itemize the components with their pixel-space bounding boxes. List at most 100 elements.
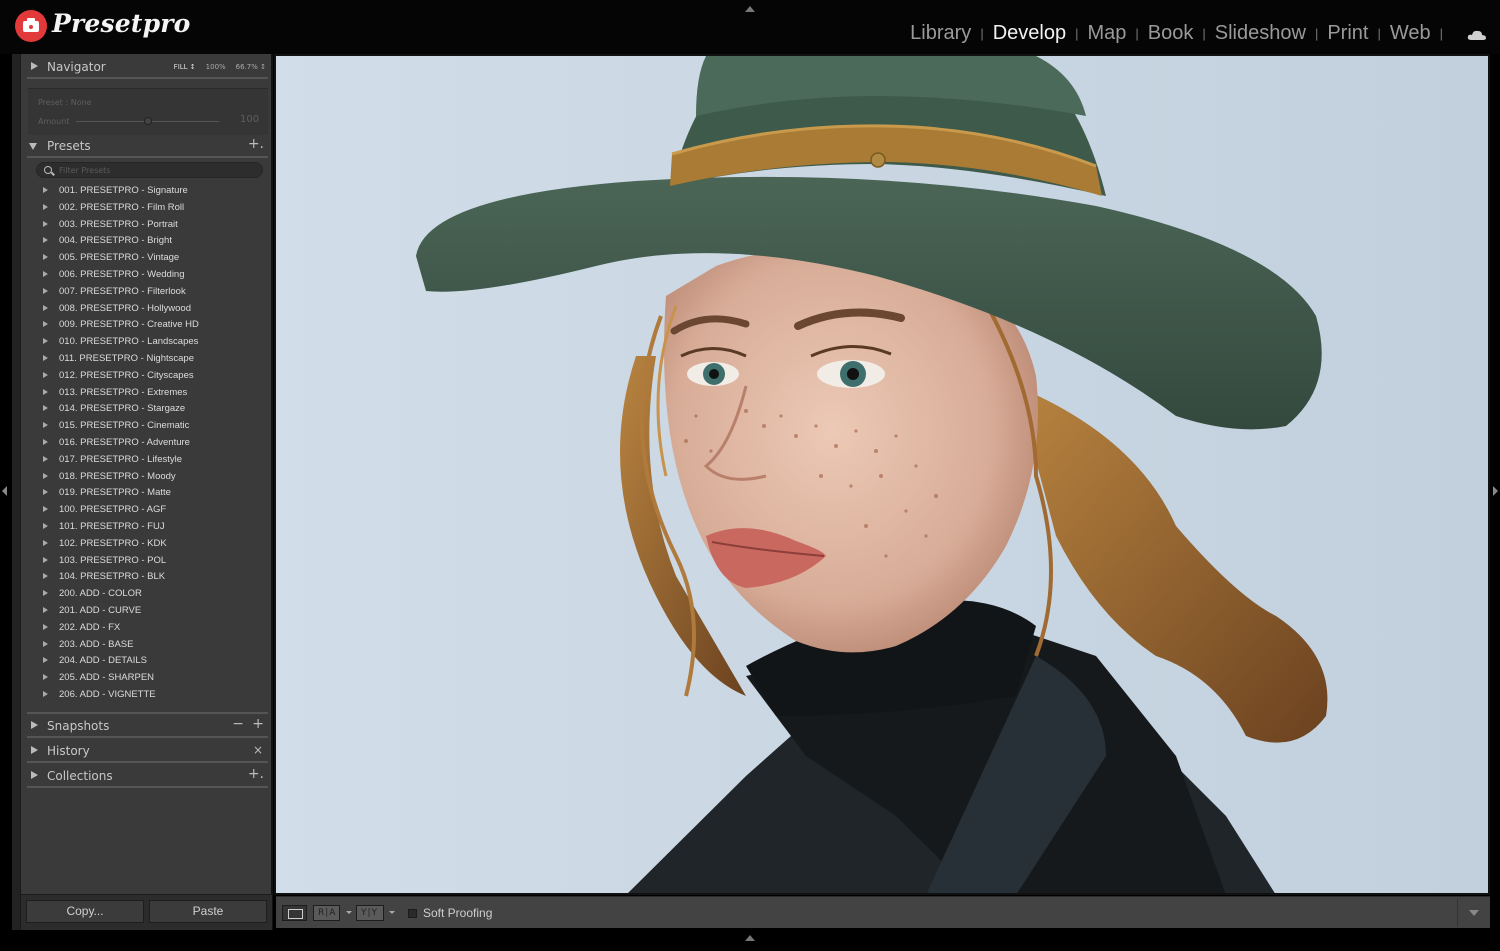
collections-header[interactable]: Collections +.: [25, 764, 268, 788]
preset-folder-item[interactable]: 012. PRESETPRO - Cityscapes: [37, 368, 267, 385]
add-preset-button[interactable]: +.: [248, 136, 264, 152]
expand-triangle-icon: [43, 371, 48, 378]
preset-folder-item[interactable]: 104. PRESETPRO - BLK: [37, 569, 267, 586]
clear-history-button[interactable]: ×: [253, 743, 263, 757]
preset-folder-label: 103. PRESETPRO - POL: [59, 554, 167, 566]
preset-folder-item[interactable]: 204. ADD - DETAILS: [37, 653, 267, 670]
preset-folder-item[interactable]: 202. ADD - FX: [37, 620, 267, 637]
presets-title: Presets: [47, 139, 91, 153]
preset-folder-item[interactable]: 019. PRESETPRO - Matte: [37, 485, 267, 502]
zoom-66-option[interactable]: 66.7% ↕: [236, 63, 266, 71]
snapshots-header[interactable]: Snapshots − +: [25, 714, 268, 738]
divider: [27, 736, 268, 738]
expand-triangle-icon: [43, 606, 48, 613]
preset-folder-label: 003. PRESETPRO - Portrait: [59, 218, 178, 230]
expand-triangle-icon: [43, 522, 48, 529]
preset-amount-box: Preset : None Amount 100: [28, 88, 268, 135]
module-develop[interactable]: Develop: [991, 22, 1068, 45]
expand-triangle-icon: [43, 220, 48, 227]
expand-triangle-icon: [31, 62, 38, 70]
preset-folder-item[interactable]: 203. ADD - BASE: [37, 637, 267, 654]
expand-triangle-icon: [43, 321, 48, 328]
amount-slider-thumb[interactable]: [143, 117, 152, 125]
loupe-view-button[interactable]: [282, 905, 307, 921]
preset-folder-item[interactable]: 101. PRESETPRO - FUJ: [37, 519, 267, 536]
module-map[interactable]: Map: [1085, 22, 1128, 45]
preset-filter: [36, 162, 263, 178]
history-header[interactable]: History ×: [25, 739, 268, 763]
expand-triangle-icon: [43, 455, 48, 462]
preset-folder-item[interactable]: 008. PRESETPRO - Hollywood: [37, 301, 267, 318]
preset-folder-item[interactable]: 205. ADD - SHARPEN: [37, 670, 267, 687]
preset-folder-item[interactable]: 013. PRESETPRO - Extremes: [37, 385, 267, 402]
preset-folder-label: 013. PRESETPRO - Extremes: [59, 386, 188, 398]
module-slideshow[interactable]: Slideshow: [1213, 22, 1308, 45]
expand-triangle-icon: [43, 287, 48, 294]
preset-folder-item[interactable]: 102. PRESETPRO - KDK: [37, 536, 267, 553]
preset-folder-item[interactable]: 017. PRESETPRO - Lifestyle: [37, 452, 267, 469]
preset-folder-item[interactable]: 018. PRESETPRO - Moody: [37, 469, 267, 486]
preset-folder-item[interactable]: 014. PRESETPRO - Stargaze: [37, 401, 267, 418]
before-after-left-right-button[interactable]: R|A: [313, 905, 340, 921]
preset-folder-label: 004. PRESETPRO - Bright: [59, 235, 172, 247]
preset-folder-label: 100. PRESETPRO - AGF: [59, 504, 167, 516]
photo-canvas[interactable]: [274, 54, 1490, 895]
remove-snapshot-button[interactable]: −: [232, 716, 244, 732]
amount-label: Amount: [38, 117, 70, 126]
left-panel: Navigator FILL ↕ 100% 66.7% ↕ Preset : N…: [20, 54, 273, 930]
filter-presets-input[interactable]: [59, 164, 259, 177]
preset-folder-item[interactable]: 200. ADD - COLOR: [37, 586, 267, 603]
cloud-icon[interactable]: [1467, 29, 1487, 41]
before-after-split-button[interactable]: Y|Y: [356, 905, 384, 921]
expand-triangle-icon: [43, 237, 48, 244]
toolbar-content-menu[interactable]: [1457, 899, 1490, 927]
preset-folder-item[interactable]: 016. PRESETPRO - Adventure: [37, 435, 267, 452]
preset-folder-item[interactable]: 103. PRESETPRO - POL: [37, 553, 267, 570]
preset-folder-item[interactable]: 015. PRESETPRO - Cinematic: [37, 418, 267, 435]
preset-folder-item[interactable]: 010. PRESETPRO - Landscapes: [37, 334, 267, 351]
expand-triangle-icon: [43, 405, 48, 412]
preset-folder-item[interactable]: 003. PRESETPRO - Portrait: [37, 217, 267, 234]
module-print[interactable]: Print: [1325, 22, 1370, 45]
chevron-down-icon[interactable]: [389, 911, 395, 914]
module-library[interactable]: Library: [908, 22, 973, 45]
preset-folder-item[interactable]: 002. PRESETPRO - Film Roll: [37, 200, 267, 217]
soft-proofing-label: Soft Proofing: [423, 906, 493, 920]
top-panel-toggle-arrow-icon[interactable]: [745, 6, 755, 12]
top-bar: Presetpro Library | Develop | Map | Book | Slide…: [0, 0, 1500, 54]
add-collection-button[interactable]: +.: [248, 766, 264, 782]
preset-folder-item[interactable]: 206. ADD - VIGNETTE: [37, 687, 267, 704]
preset-folder-item[interactable]: 100. PRESETPRO - AGF: [37, 502, 267, 519]
preset-folder-item[interactable]: 005. PRESETPRO - Vintage: [37, 250, 267, 267]
copy-button[interactable]: Copy...: [26, 900, 144, 923]
right-panel-toggle-arrow-icon[interactable]: [1493, 486, 1498, 496]
divider: [27, 786, 268, 788]
preset-folder-item[interactable]: 001. PRESETPRO - Signature: [37, 183, 267, 200]
zoom-fill-option[interactable]: FILL ↕: [174, 63, 196, 71]
preset-folder-item[interactable]: 007. PRESETPRO - Filterlook: [37, 284, 267, 301]
preset-folder-label: 010. PRESETPRO - Landscapes: [59, 336, 199, 348]
soft-proofing-checkbox[interactable]: [408, 909, 417, 918]
preset-list: 001. PRESETPRO - Signature 002. PRESETPRO…: [37, 183, 267, 704]
preset-folder-item[interactable]: 004. PRESETPRO - Bright: [37, 233, 267, 250]
preset-folder-item[interactable]: 201. ADD - CURVE: [37, 603, 267, 620]
expand-triangle-icon: [43, 422, 48, 429]
navigator-header[interactable]: Navigator FILL ↕ 100% 66.7% ↕: [25, 55, 268, 79]
module-book[interactable]: Book: [1146, 22, 1196, 45]
presets-header[interactable]: Presets +.: [25, 134, 268, 158]
expand-triangle-icon: [43, 690, 48, 697]
preset-folder-item[interactable]: 006. PRESETPRO - Wedding: [37, 267, 267, 284]
preset-folder-item[interactable]: 009. PRESETPRO - Creative HD: [37, 317, 267, 334]
module-separator: |: [1314, 26, 1319, 41]
divider: [27, 761, 268, 763]
left-panel-toggle-arrow-icon[interactable]: [2, 486, 7, 496]
preset-folder-item[interactable]: 011. PRESETPRO - Nightscape: [37, 351, 267, 368]
preset-folder-label: 017. PRESETPRO - Lifestyle: [59, 453, 183, 465]
chevron-down-icon[interactable]: [346, 911, 352, 914]
expand-triangle-icon: [43, 354, 48, 361]
module-web[interactable]: Web: [1388, 22, 1433, 45]
paste-button[interactable]: Paste: [149, 900, 267, 923]
zoom-100-option[interactable]: 100%: [206, 63, 226, 71]
filmstrip-toggle-arrow-icon[interactable]: [745, 935, 755, 941]
add-snapshot-button[interactable]: +: [252, 716, 264, 732]
